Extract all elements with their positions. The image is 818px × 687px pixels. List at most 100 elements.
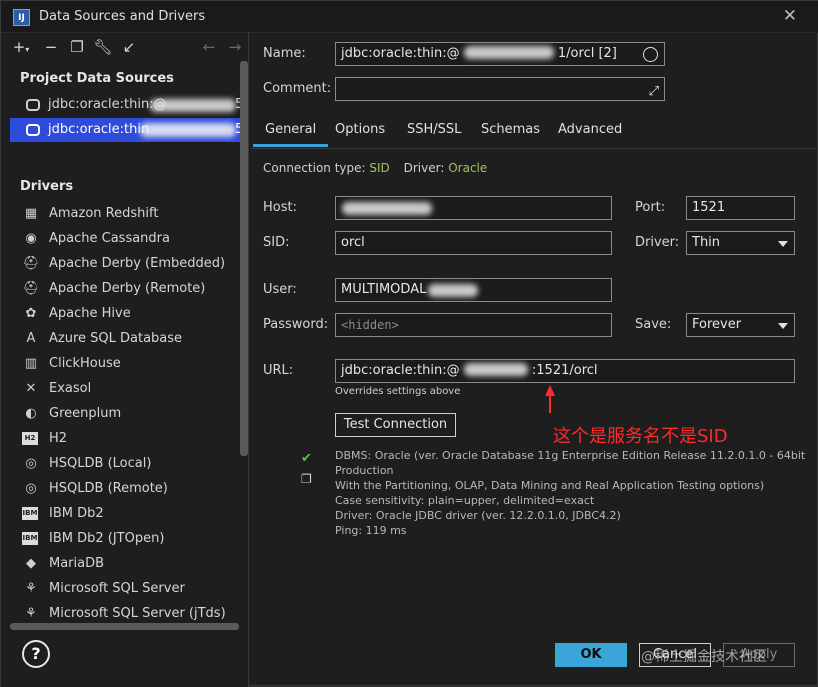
- name-value-suffix: 1/orcl [2]: [557, 46, 617, 61]
- driver-item[interactable]: ▥ ClickHouse: [20, 351, 240, 376]
- ibm-db2-icon: IBM: [22, 507, 38, 520]
- ibm-db2-icon: IBM: [22, 532, 38, 545]
- sql-server-icon: ⚘: [25, 581, 37, 596]
- password-label: Password:: [263, 317, 329, 332]
- driver-item[interactable]: ◎ HSQLDB (Remote): [20, 476, 240, 501]
- driver-info-value[interactable]: Oracle: [448, 161, 487, 175]
- connection-type-info: Connection type: SID Driver: Oracle: [263, 161, 487, 175]
- driver-label: ClickHouse: [49, 356, 121, 371]
- go-to-icon[interactable]: ↙: [119, 37, 139, 57]
- host-label: Host:: [263, 200, 297, 215]
- user-input[interactable]: MULTIMODAL: [335, 278, 612, 302]
- driver-item[interactable]: ◆ MariaDB: [20, 551, 240, 576]
- host-input[interactable]: [335, 196, 612, 220]
- driver-item[interactable]: ⚘ Microsoft SQL Server: [20, 576, 240, 601]
- driver-label: H2: [49, 431, 68, 446]
- save-label: Save:: [635, 317, 672, 332]
- remove-icon[interactable]: −: [41, 37, 61, 57]
- back-arrow-icon[interactable]: ←: [199, 37, 219, 57]
- url-value-prefix: jdbc:oracle:thin:@: [341, 363, 460, 378]
- sid-input[interactable]: orcl: [335, 231, 612, 255]
- color-circle-icon[interactable]: [643, 47, 658, 62]
- project-data-sources-header: Project Data Sources: [20, 71, 174, 86]
- driver-item[interactable]: A Azure SQL Database: [20, 326, 240, 351]
- mariadb-icon: ◆: [26, 556, 36, 571]
- name-value-prefix: jdbc:oracle:thin:@: [341, 46, 460, 61]
- tab-options[interactable]: Options: [323, 119, 397, 147]
- driver-select-value: Thin: [692, 235, 721, 250]
- driver-item[interactable]: IBM IBM Db2: [20, 501, 240, 526]
- comment-label: Comment:: [263, 81, 332, 96]
- test-connection-button[interactable]: Test Connection: [335, 413, 456, 437]
- driver-item[interactable]: H2 H2: [20, 426, 240, 451]
- redacted-blur: [150, 99, 236, 112]
- window-title: Data Sources and Drivers: [39, 9, 206, 24]
- save-select[interactable]: Forever: [686, 313, 795, 337]
- tab-general[interactable]: General: [253, 119, 329, 147]
- data-source-item-selected[interactable]: jdbc:oracle:thin 5: [10, 118, 241, 142]
- driver-item[interactable]: IBM IBM Db2 (JTOpen): [20, 526, 240, 551]
- derby-hat-icon: ⛑: [22, 256, 40, 271]
- port-label: Port:: [635, 200, 666, 215]
- left-vertical-scrollbar[interactable]: [240, 61, 248, 456]
- driver-item[interactable]: ✕ Exasol: [20, 376, 240, 401]
- driver-item[interactable]: ⛑ Apache Derby (Remote): [20, 276, 240, 301]
- forward-arrow-icon[interactable]: →: [225, 37, 245, 57]
- intellij-app-icon: IJ: [13, 9, 30, 26]
- status-line: Ping: 119 ms: [335, 524, 407, 537]
- tab-ssh-ssl[interactable]: SSH/SSL: [395, 119, 473, 147]
- driver-label: Greenplum: [49, 406, 122, 421]
- left-horizontal-scrollbar[interactable]: [10, 623, 239, 630]
- close-icon[interactable]: ✕: [783, 6, 797, 26]
- driver-info-label: Driver:: [403, 161, 445, 175]
- oracle-datasource-icon: [26, 124, 40, 136]
- h2-icon: H2: [22, 432, 38, 445]
- driver-item[interactable]: ◐ Greenplum: [20, 401, 240, 426]
- status-line: Case sensitivity: plain=upper, delimited…: [335, 494, 595, 507]
- driver-item[interactable]: ▦ Amazon Redshift: [20, 201, 240, 226]
- hsqldb-icon: ◎: [25, 481, 37, 496]
- driver-label: Amazon Redshift: [49, 206, 159, 221]
- data-source-label: jdbc:oracle:thin:@: [48, 97, 167, 112]
- comment-input[interactable]: ⤢: [335, 77, 665, 101]
- hive-icon: ✿: [25, 306, 37, 321]
- add-icon[interactable]: +▾: [11, 37, 31, 57]
- driver-label: Apache Derby (Remote): [49, 281, 206, 296]
- status-line: With the Partitioning, OLAP, Data Mining…: [335, 479, 765, 492]
- driver-label: Apache Hive: [49, 306, 131, 321]
- driver-item[interactable]: ✿ Apache Hive: [20, 301, 240, 326]
- driver-item[interactable]: ⛑ Apache Derby (Embedded): [20, 251, 240, 276]
- password-input[interactable]: <hidden>: [335, 313, 612, 337]
- copy-icon[interactable]: ❐: [301, 472, 312, 486]
- connection-type-value[interactable]: SID: [369, 161, 389, 175]
- driver-label: HSQLDB (Remote): [49, 481, 168, 496]
- checkmark-icon: ✔: [301, 451, 312, 466]
- url-input[interactable]: jdbc:oracle:thin:@ :1521/orcl: [335, 359, 795, 383]
- connection-type-label: Connection type:: [263, 161, 366, 175]
- driver-label: IBM Db2: [49, 506, 104, 521]
- wrench-icon[interactable]: 🔧︎: [93, 37, 113, 57]
- tab-advanced[interactable]: Advanced: [546, 119, 634, 147]
- driver-item[interactable]: ◎ HSQLDB (Local): [20, 451, 240, 476]
- help-button[interactable]: ?: [22, 640, 50, 668]
- data-source-item[interactable]: jdbc:oracle:thin:@ 5: [10, 93, 241, 117]
- sql-server-icon: ⚘: [25, 606, 37, 621]
- ok-button[interactable]: OK: [555, 643, 627, 667]
- driver-select[interactable]: Thin: [686, 231, 795, 255]
- tab-bar: General Options SSH/SSL Schemas Advanced: [251, 119, 818, 149]
- port-input[interactable]: 1521: [686, 196, 795, 220]
- exasol-icon: ✕: [25, 381, 37, 396]
- url-value-suffix: :1521/orcl: [531, 363, 598, 378]
- oracle-datasource-icon: [26, 99, 40, 111]
- driver-label: Azure SQL Database: [49, 331, 183, 346]
- driver-item[interactable]: ◉ Apache Cassandra: [20, 226, 240, 251]
- tab-schemas[interactable]: Schemas: [469, 119, 552, 147]
- status-line: Driver: Oracle JDBC driver (ver. 12.2.0.…: [335, 509, 621, 522]
- redacted-blur: [463, 46, 554, 59]
- annotation-arrow-shaft: [549, 395, 551, 413]
- redacted-blur: [140, 123, 236, 137]
- name-input[interactable]: jdbc:oracle:thin:@ 1/orcl [2]: [335, 42, 665, 66]
- duplicate-icon[interactable]: ❐: [67, 37, 87, 57]
- expand-icon[interactable]: ⤢: [649, 81, 659, 100]
- driver-label: HSQLDB (Local): [49, 456, 152, 471]
